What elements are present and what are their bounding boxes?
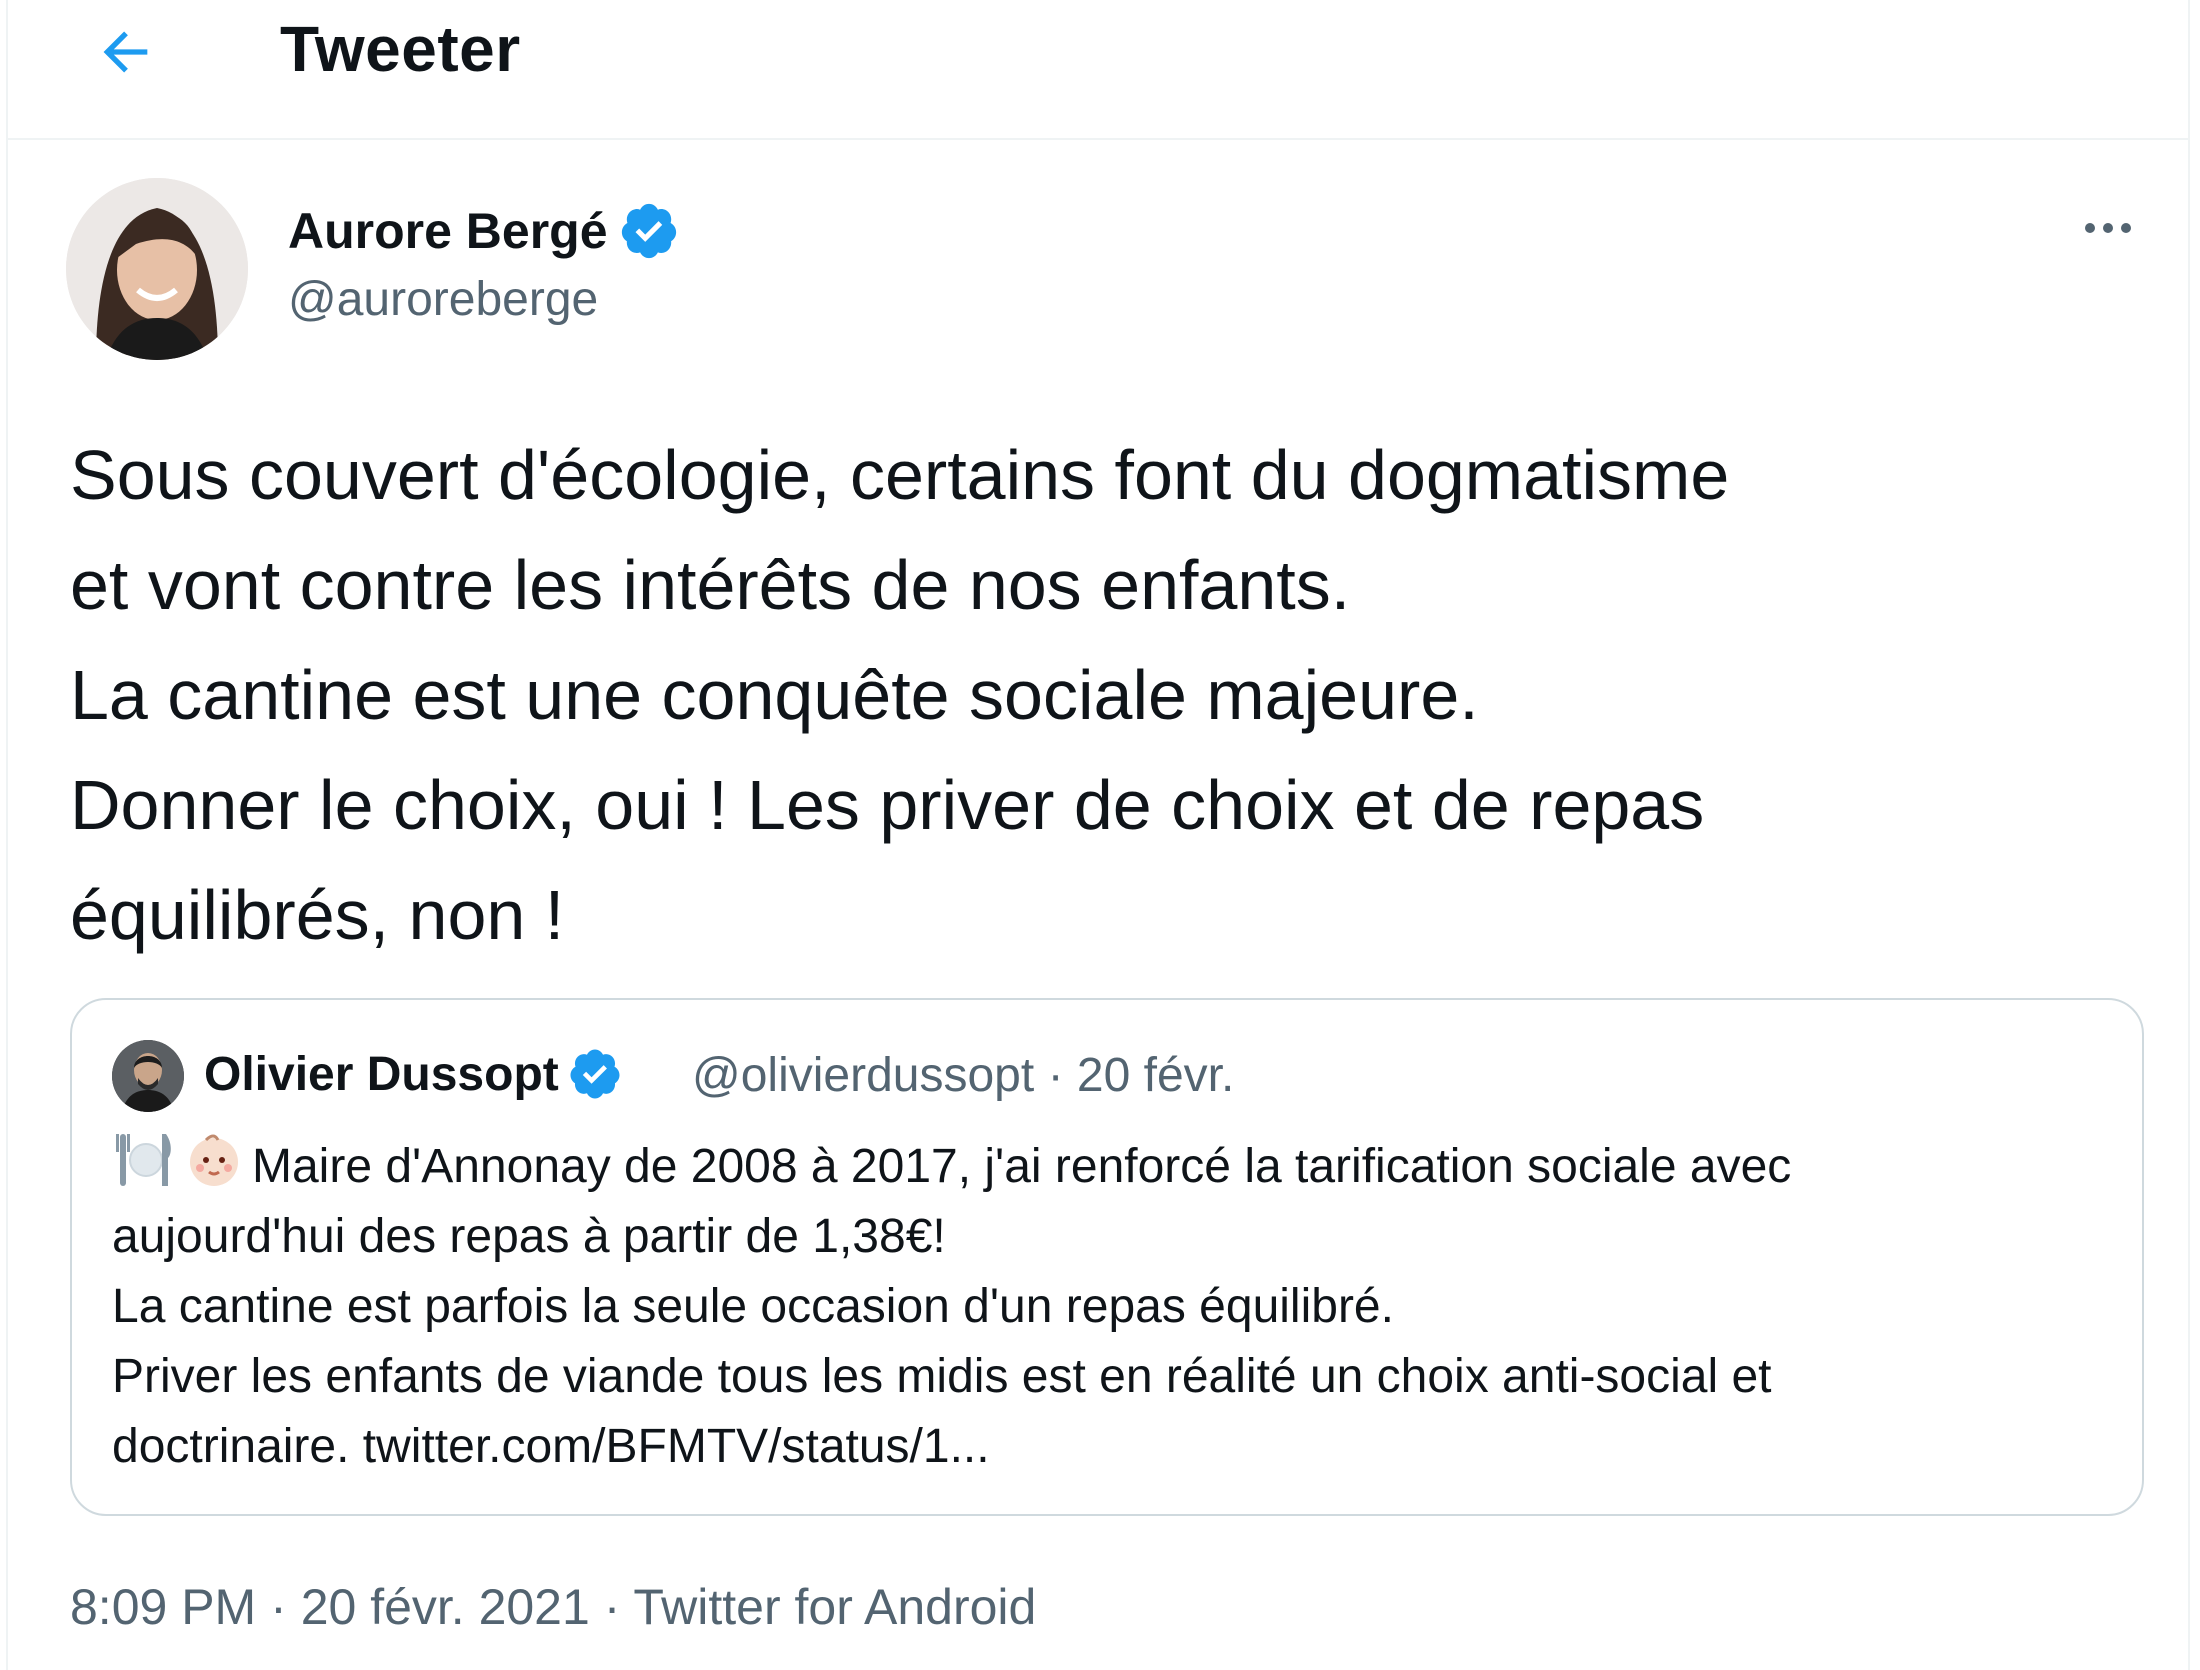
quoted-text-line: La cantine est parfois la seule occasion…	[112, 1280, 1394, 1333]
tweet-page: Tweeter Aurore Bergé @auroreberge Sous c…	[6, 0, 2190, 1670]
tweet-time[interactable]: 8:09 PM	[70, 1579, 256, 1635]
tweet-text-line: Donner le choix, oui ! Les priver de cho…	[70, 766, 1705, 844]
quoted-author-name-label: Olivier Dussopt	[204, 1047, 559, 1101]
verified-badge-icon	[570, 1049, 620, 1099]
author-name[interactable]: Aurore Bergé	[288, 200, 680, 262]
quoted-tweet[interactable]: Olivier Dussopt @olivierdussopt · 20 fév…	[70, 998, 2144, 1516]
tweet-source[interactable]: Twitter for Android	[633, 1579, 1036, 1635]
quoted-avatar-portrait	[112, 1040, 184, 1112]
quoted-author-avatar	[112, 1040, 184, 1112]
quoted-text-line: Priver les enfants de viande tous les mi…	[112, 1350, 1772, 1403]
back-button[interactable]	[84, 10, 168, 94]
quoted-text-line: Maire d'Annonay de 2008 à 2017, j'ai ren…	[112, 1128, 2112, 1202]
tweet-text-line: La cantine est une conquête sociale maje…	[70, 656, 1479, 734]
baby-face-icon	[190, 1134, 238, 1186]
tweet-text-line: Sous couvert d'écologie, certains font d…	[70, 436, 1730, 514]
tweet-date[interactable]: 20 févr. 2021	[301, 1579, 590, 1635]
page-header: Tweeter	[8, 0, 2188, 140]
avatar-portrait	[66, 178, 248, 360]
more-dots-icon	[2085, 223, 2131, 233]
quoted-author-name: Olivier Dussopt	[204, 1046, 623, 1102]
quoted-author-handle: @olivierdussopt	[692, 1049, 1035, 1102]
quoted-text: Maire d'Annonay de 2008 à 2017, j'ai ren…	[112, 1128, 2112, 1482]
tweet-text-line: et vont contre les intérêts de nos enfan…	[70, 546, 1351, 624]
arrow-left-icon	[103, 31, 148, 73]
more-options-button[interactable]	[2068, 198, 2148, 258]
footer-separator: ·	[270, 1579, 287, 1635]
tweet-footer: 8:09 PM · 20 févr. 2021 · Twitter for An…	[70, 1578, 1036, 1636]
fork-and-knife-plate-icon	[116, 1134, 171, 1186]
tweet-text: Sous couvert d'écologie, certains font d…	[70, 420, 2150, 970]
quoted-text-line: aujourd'hui des repas à partir de 1,38€!	[112, 1210, 946, 1263]
tweet-text-line: équilibrés, non !	[70, 876, 565, 954]
author-name-label: Aurore Bergé	[288, 203, 608, 259]
author-avatar[interactable]	[66, 178, 248, 360]
footer-separator: ·	[603, 1579, 621, 1635]
author-handle[interactable]: @auroreberge	[288, 272, 598, 327]
quoted-date: 20 févr.	[1076, 1049, 1235, 1102]
quoted-meta: @olivierdussopt · 20 févr.	[692, 1048, 1234, 1103]
quoted-text-line: doctrinaire. twitter.com/BFMTV/status/1.…	[112, 1420, 990, 1473]
verified-badge-icon	[621, 203, 676, 259]
meta-separator: ·	[1047, 1049, 1064, 1102]
quoted-text-first: Maire d'Annonay de 2008 à 2017, j'ai ren…	[252, 1140, 1792, 1193]
page-title: Tweeter	[280, 13, 521, 85]
